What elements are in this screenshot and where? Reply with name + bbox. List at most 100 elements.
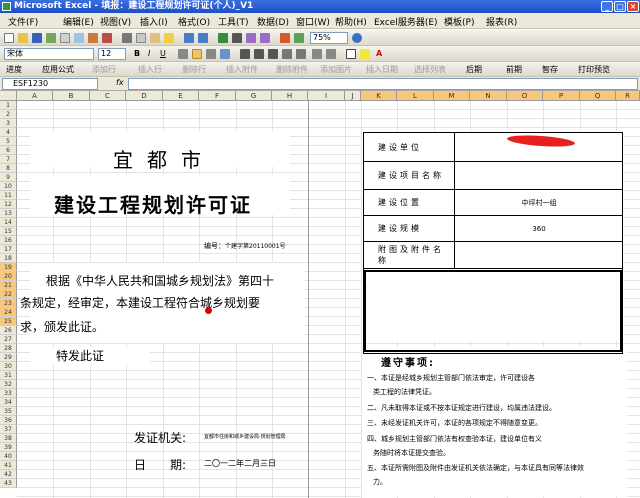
percent-icon[interactable] bbox=[254, 49, 264, 59]
format-painter-icon[interactable] bbox=[164, 33, 174, 43]
row-header[interactable]: 24 bbox=[0, 308, 17, 317]
menu-file[interactable]: 文件(F) bbox=[8, 15, 38, 28]
menu-view[interactable]: 视图(V) bbox=[100, 15, 131, 28]
minimize-button[interactable]: _ bbox=[601, 1, 613, 12]
cut-icon[interactable] bbox=[122, 33, 132, 43]
row-header[interactable]: 10 bbox=[0, 182, 17, 191]
row-header[interactable]: 2 bbox=[0, 110, 17, 119]
table-value[interactable]: 360 bbox=[456, 216, 622, 241]
row-header[interactable]: 42 bbox=[0, 470, 17, 479]
row-header[interactable]: 18 bbox=[0, 254, 17, 263]
row-header[interactable]: 21 bbox=[0, 281, 17, 290]
column-header[interactable]: D bbox=[126, 91, 163, 101]
row-header[interactable]: 28 bbox=[0, 344, 17, 353]
menu-template[interactable]: 模板(P) bbox=[444, 15, 474, 28]
insert-date-button[interactable]: 插入日期 bbox=[366, 64, 398, 76]
smart-save-button[interactable]: 智存 bbox=[542, 64, 558, 76]
add-picture-button[interactable]: 添加图片 bbox=[320, 64, 352, 76]
column-header[interactable]: L bbox=[397, 91, 434, 101]
row-header[interactable]: 36 bbox=[0, 416, 17, 425]
row-header[interactable]: 1 bbox=[0, 101, 17, 110]
row-header[interactable]: 31 bbox=[0, 371, 17, 380]
row-header[interactable]: 38 bbox=[0, 434, 17, 443]
insert-attachment-button[interactable]: 插入附件 bbox=[226, 64, 258, 76]
row-header[interactable]: 26 bbox=[0, 326, 17, 335]
column-header[interactable]: G bbox=[236, 91, 272, 101]
save-icon[interactable] bbox=[32, 33, 42, 43]
comma-style-icon[interactable] bbox=[268, 49, 278, 59]
font-name-select[interactable]: 宋体 bbox=[4, 48, 94, 60]
table-value[interactable] bbox=[456, 242, 622, 268]
close-button[interactable]: × bbox=[627, 1, 639, 12]
undo-icon[interactable] bbox=[184, 33, 194, 43]
print-preview-button[interactable]: 打印预览 bbox=[578, 64, 610, 76]
fill-color-icon[interactable] bbox=[360, 49, 370, 59]
copy-icon[interactable] bbox=[136, 33, 146, 43]
table-value[interactable]: 中坪村一组 bbox=[456, 190, 622, 215]
currency-icon[interactable] bbox=[240, 49, 250, 59]
row-header[interactable]: 29 bbox=[0, 353, 17, 362]
menu-format[interactable]: 格式(O) bbox=[178, 15, 210, 28]
decrease-indent-icon[interactable] bbox=[312, 49, 322, 59]
row-header[interactable]: 20 bbox=[0, 272, 17, 281]
menu-edit[interactable]: 编辑(E) bbox=[63, 15, 94, 28]
research-icon[interactable] bbox=[102, 33, 112, 43]
increase-decimal-icon[interactable] bbox=[282, 49, 292, 59]
row-header[interactable]: 7 bbox=[0, 155, 17, 164]
later-button[interactable]: 后期 bbox=[466, 64, 482, 76]
font-size-select[interactable]: 12 bbox=[98, 48, 126, 60]
open-folder-icon[interactable] bbox=[18, 33, 28, 43]
row-header[interactable]: 34 bbox=[0, 398, 17, 407]
sort-asc-icon[interactable] bbox=[246, 33, 256, 43]
table-value[interactable] bbox=[456, 162, 622, 189]
row-header[interactable]: 9 bbox=[0, 173, 17, 182]
row-header[interactable]: 37 bbox=[0, 425, 17, 434]
delete-row-button[interactable]: 删除行 bbox=[182, 64, 206, 76]
hyperlink-icon[interactable] bbox=[218, 33, 228, 43]
progress-button[interactable]: 进度 bbox=[6, 64, 22, 76]
row-header[interactable]: 40 bbox=[0, 452, 17, 461]
help-icon[interactable] bbox=[352, 33, 362, 43]
print-icon[interactable] bbox=[60, 33, 70, 43]
earlier-button[interactable]: 前期 bbox=[506, 64, 522, 76]
spreadsheet-grid[interactable]: ABCDEFGHIJKLMNOPQR 1 2 3 4 5 6 7 8 9 10 11 12 13 14 15… bbox=[0, 91, 640, 498]
align-left-icon[interactable] bbox=[178, 49, 188, 59]
select-all-corner[interactable] bbox=[0, 91, 17, 101]
row-header[interactable]: 11 bbox=[0, 191, 17, 200]
merge-center-icon[interactable] bbox=[220, 49, 230, 59]
row-header[interactable]: 33 bbox=[0, 389, 17, 398]
menu-window[interactable]: 窗口(W) bbox=[296, 15, 330, 28]
bold-button[interactable]: B bbox=[134, 48, 140, 60]
column-header[interactable]: Q bbox=[580, 91, 616, 101]
row-header[interactable]: 23 bbox=[0, 299, 17, 308]
column-header[interactable]: H bbox=[272, 91, 308, 101]
autosum-icon[interactable] bbox=[232, 33, 242, 43]
permission-icon[interactable] bbox=[46, 33, 56, 43]
align-right-icon[interactable] bbox=[206, 49, 216, 59]
chart-wizard-icon[interactable] bbox=[280, 33, 290, 43]
zoom-select[interactable]: 75% bbox=[310, 32, 348, 44]
underline-button[interactable]: U bbox=[160, 48, 166, 60]
formula-input[interactable] bbox=[128, 78, 638, 90]
authority-value[interactable]: 宜都市住房和城乡建设局·规划管理局 bbox=[204, 433, 286, 440]
name-box[interactable]: ESF1230 bbox=[2, 78, 98, 90]
column-header[interactable]: E bbox=[163, 91, 199, 101]
menu-excel-server[interactable]: Excel服务器(E) bbox=[374, 15, 438, 28]
row-header[interactable]: 13 bbox=[0, 209, 17, 218]
new-icon[interactable] bbox=[4, 33, 14, 43]
menu-tools[interactable]: 工具(T) bbox=[218, 15, 249, 28]
row-header[interactable]: 30 bbox=[0, 362, 17, 371]
spelling-icon[interactable] bbox=[88, 33, 98, 43]
date-value[interactable]: 二〇一二年二月三日 bbox=[204, 458, 276, 469]
row-header[interactable]: 22 bbox=[0, 290, 17, 299]
column-header[interactable]: A bbox=[17, 91, 53, 101]
column-header[interactable]: M bbox=[434, 91, 470, 101]
row-header[interactable]: 43 bbox=[0, 479, 17, 488]
column-header[interactable]: F bbox=[199, 91, 236, 101]
print-preview-icon[interactable] bbox=[74, 33, 84, 43]
sort-desc-icon[interactable] bbox=[260, 33, 270, 43]
row-header[interactable]: 3 bbox=[0, 119, 17, 128]
align-center-icon[interactable] bbox=[192, 49, 202, 59]
maximize-button[interactable]: □ bbox=[614, 1, 626, 12]
font-color-button[interactable]: A bbox=[376, 48, 382, 60]
